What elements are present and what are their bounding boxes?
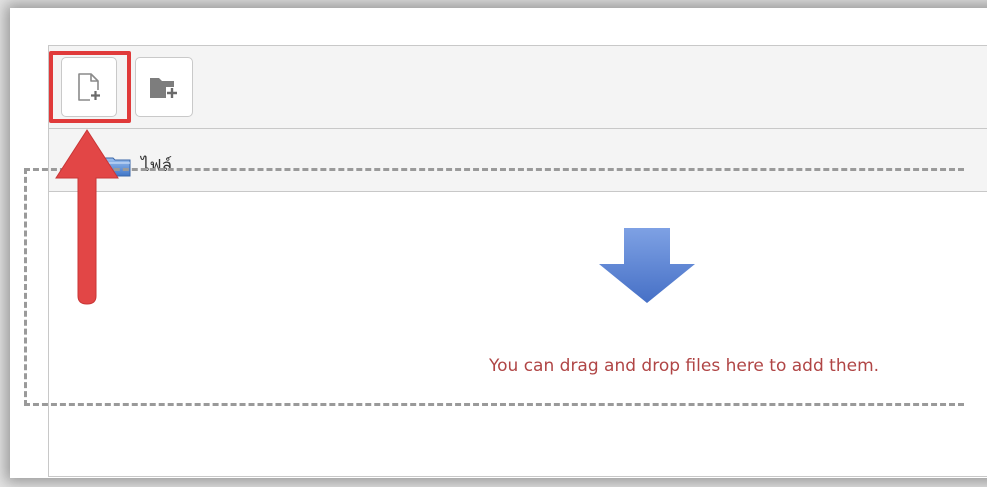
drop-zone-message: You can drag and drop files here to add … bbox=[489, 356, 880, 376]
folder-plus-icon bbox=[150, 78, 178, 99]
file-manager-toolbar bbox=[49, 46, 987, 129]
arrow-up-icon bbox=[55, 129, 119, 305]
highlight-box bbox=[49, 51, 131, 123]
create-folder-button[interactable] bbox=[135, 57, 193, 117]
arrow-down-icon bbox=[599, 228, 695, 303]
